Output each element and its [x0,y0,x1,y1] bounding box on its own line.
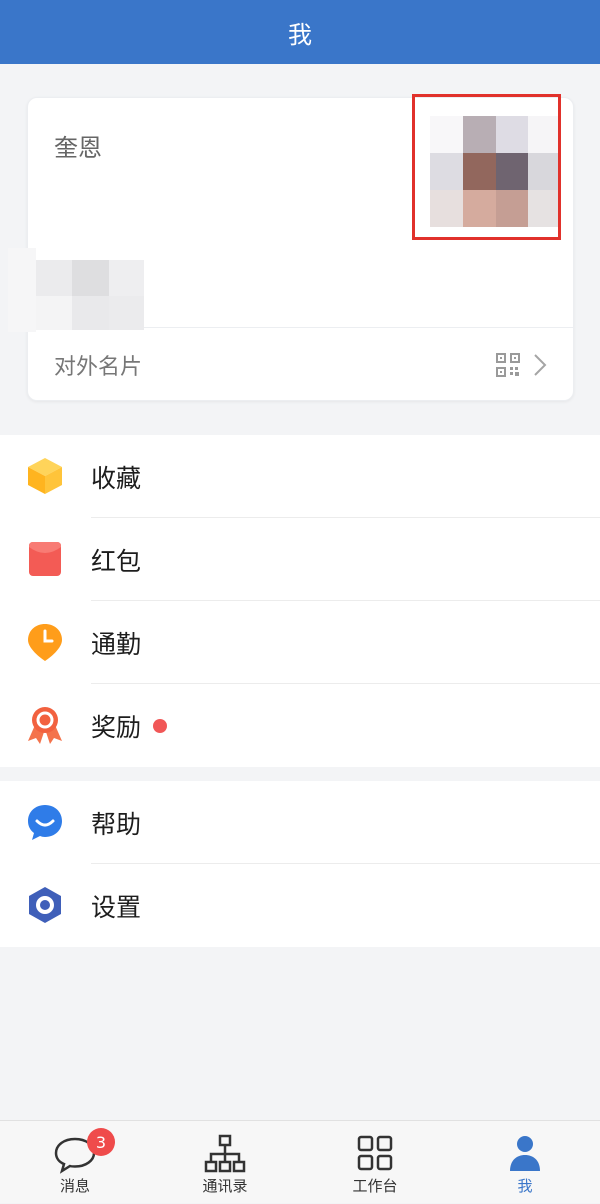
redacted-info [8,248,178,332]
page-title: 我 [288,20,312,49]
tab-label: 我 [517,1177,533,1195]
box-icon [28,458,62,494]
menu-label-rewards: 奖励 [91,712,142,742]
page-header: 我 [0,0,600,64]
chat-smile-icon [28,805,62,840]
notification-dot [153,719,167,733]
chevron-right-icon [534,354,547,376]
menu-label-help: 帮助 [91,809,142,839]
tab-messages[interactable]: 3 消息 [0,1121,150,1204]
menu-group-secondary: 帮助 设置 [0,781,600,947]
business-card-label: 对外名片 [54,354,143,380]
menu-item-red-envelope[interactable]: 红包 [0,518,600,601]
tab-contacts[interactable]: 通讯录 [150,1121,300,1204]
hexagon-gear-icon [29,887,61,923]
profile-name: 奎恩 [54,134,102,162]
menu-item-help[interactable]: 帮助 [0,781,600,864]
tab-label: 通讯录 [202,1177,248,1195]
bottom-tab-bar: 3 消息 通讯录 工作台 我 [0,1120,600,1203]
business-card-row[interactable]: 对外名片 [28,328,573,401]
tab-label: 工作台 [352,1177,398,1195]
person-icon [510,1136,540,1171]
menu-item-commute[interactable]: 通勤 [0,601,600,684]
highlight-frame [412,94,561,240]
grid-icon [357,1135,393,1171]
tab-me[interactable]: 我 [450,1121,600,1204]
menu-item-rewards[interactable]: 奖励 [0,684,600,767]
unread-badge: 3 [87,1128,115,1156]
tab-label: 消息 [59,1177,90,1195]
clock-pin-icon [28,624,62,661]
menu-label-red-envelope: 红包 [91,546,142,576]
menu-item-settings[interactable]: 设置 [0,864,600,947]
menu-label-settings: 设置 [91,892,142,922]
menu-group-primary: 收藏 红包 通勤 奖励 [0,435,600,767]
menu-label-commute: 通勤 [91,629,142,659]
org-chart-icon [204,1134,246,1173]
menu-label-favorites: 收藏 [91,463,142,493]
tab-workbench[interactable]: 工作台 [300,1121,450,1204]
menu-item-favorites[interactable]: 收藏 [0,435,600,518]
qr-code-icon [496,353,520,377]
red-envelope-icon [29,542,61,576]
award-ribbon-icon [28,707,62,744]
